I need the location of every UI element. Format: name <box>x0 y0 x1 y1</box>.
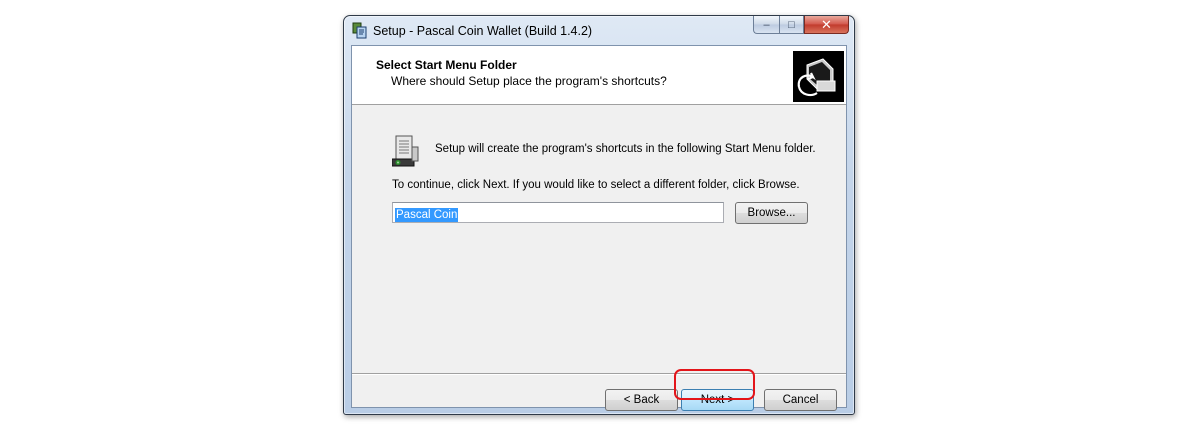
cancel-button[interactable]: Cancel <box>764 389 837 411</box>
next-button-highlight <box>674 369 755 400</box>
minimize-button[interactable]: – <box>753 16 779 34</box>
back-button[interactable]: < Back <box>605 389 678 411</box>
page-subtitle: Where should Setup place the program's s… <box>391 74 667 88</box>
close-icon: ✕ <box>821 16 832 32</box>
instruction-text: To continue, click Next. If you would li… <box>392 179 800 191</box>
maximize-button[interactable]: □ <box>779 16 804 34</box>
computer-install-icon <box>793 51 844 102</box>
close-button[interactable]: ✕ <box>804 16 849 34</box>
wizard-header: Select Start Menu Folder Where should Se… <box>352 46 846 105</box>
setup-app-icon <box>352 22 368 40</box>
info-text: Setup will create the program's shortcut… <box>435 143 816 155</box>
caption-buttons: – □ ✕ <box>753 16 849 35</box>
title-bar[interactable]: Setup - Pascal Coin Wallet (Build 1.4.2)… <box>344 16 854 46</box>
start-menu-folder-icon <box>391 135 422 167</box>
maximize-icon: □ <box>788 18 795 31</box>
browse-button[interactable]: Browse... <box>735 202 808 224</box>
start-menu-folder-input[interactable]: Pascal Coin <box>392 202 724 223</box>
wizard-client-area: Select Start Menu Folder Where should Se… <box>351 45 847 411</box>
window-title: Setup - Pascal Coin Wallet (Build 1.4.2) <box>373 24 593 38</box>
folder-input-value: Pascal Coin <box>395 208 459 222</box>
minimize-icon: – <box>763 18 770 31</box>
setup-window: Setup - Pascal Coin Wallet (Build 1.4.2)… <box>343 15 855 415</box>
page-title: Select Start Menu Folder <box>376 58 517 72</box>
footer-separator <box>352 373 846 375</box>
wizard-small-image <box>792 50 845 103</box>
